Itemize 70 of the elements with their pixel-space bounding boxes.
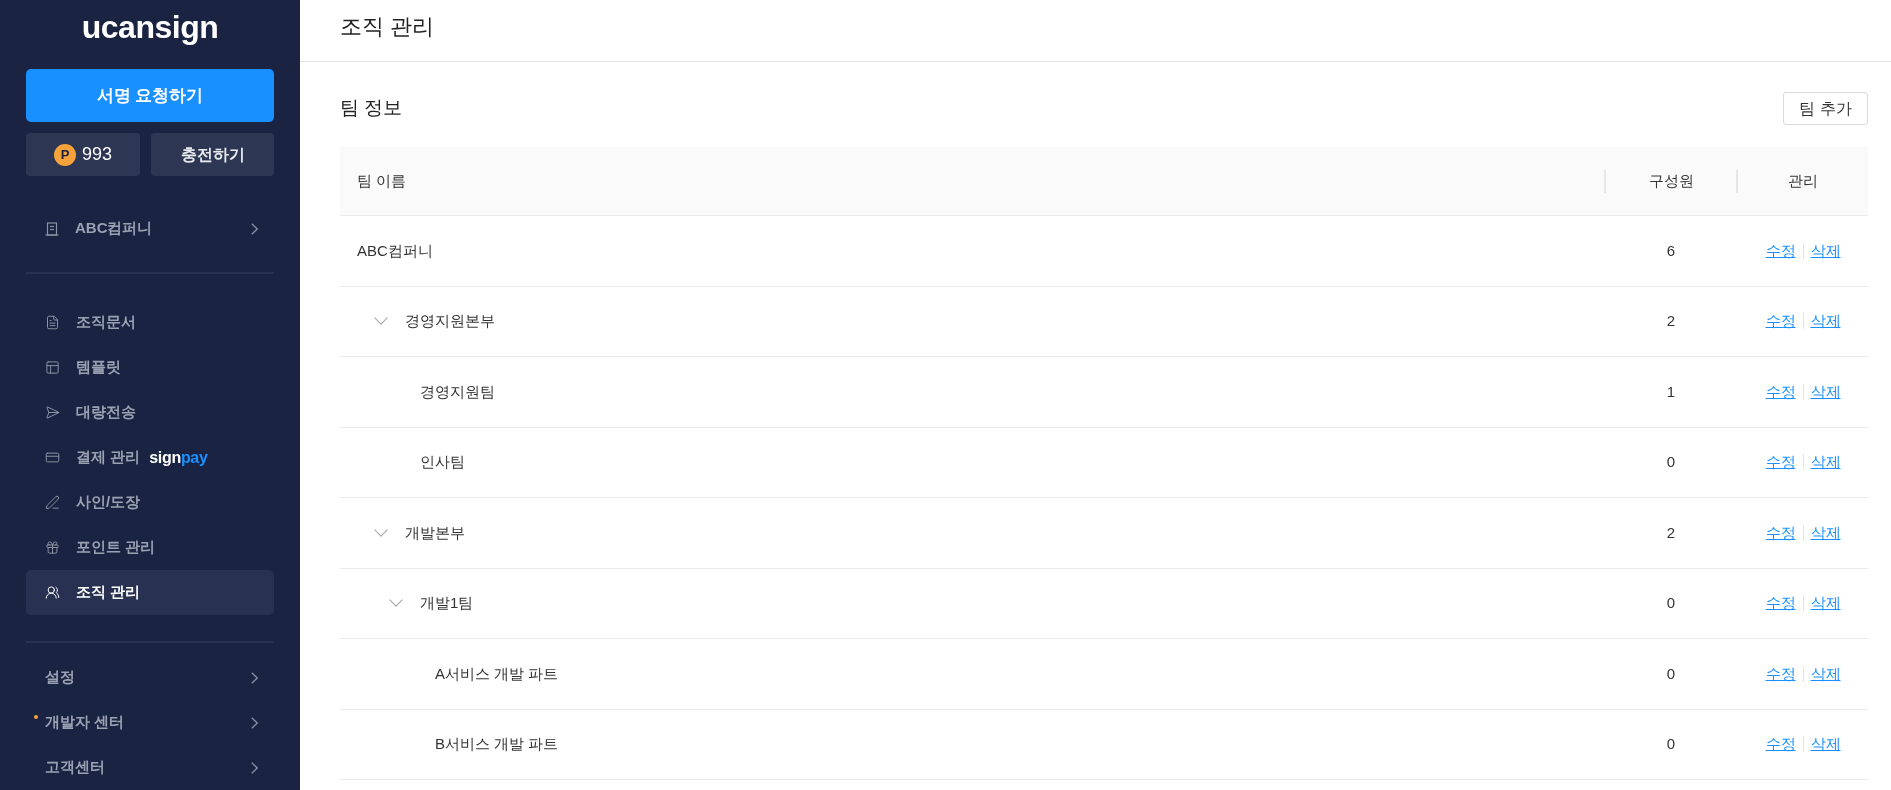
charge-button[interactable]: 충전하기 xyxy=(151,133,274,176)
request-signature-button[interactable]: 서명 요청하기 xyxy=(26,69,274,122)
member-count: 6 xyxy=(1666,240,1676,261)
edit-link[interactable]: 수정 xyxy=(1765,310,1796,333)
document-icon xyxy=(45,315,60,330)
chevron-down-icon[interactable] xyxy=(373,528,388,537)
company-selector[interactable]: ABC컴퍼니 xyxy=(26,206,274,251)
send-icon xyxy=(45,405,60,420)
sidebar-menu-item[interactable]: 포인트 관리 xyxy=(26,525,274,570)
page-title: 조직 관리 xyxy=(340,13,435,41)
edit-link[interactable]: 수정 xyxy=(1765,380,1796,403)
chevron-down-icon[interactable] xyxy=(373,317,388,326)
edit-link[interactable]: 수정 xyxy=(1765,662,1796,685)
team-name: A서비스 개발 파트 xyxy=(435,663,559,684)
member-count: 0 xyxy=(1666,663,1676,684)
column-header: 구성원 xyxy=(1648,170,1694,191)
ucansign-logo: ucansign xyxy=(81,8,219,46)
column-header: 관리 xyxy=(1788,170,1818,191)
sidebar-menu-item[interactable]: 사인/도장 xyxy=(26,480,274,525)
sidebar-menu-item[interactable]: 템플릿 xyxy=(26,345,274,390)
delete-link[interactable]: 삭제 xyxy=(1810,662,1841,685)
signpay-logo: signpay xyxy=(149,447,208,468)
delete-link[interactable]: 삭제 xyxy=(1810,521,1841,544)
chevron-right-icon xyxy=(251,222,258,235)
member-count: 2 xyxy=(1666,522,1676,543)
edit-link[interactable]: 수정 xyxy=(1765,592,1796,615)
sidebar-menu-item[interactable]: 결제 관리 signpay xyxy=(26,435,274,480)
member-count: 0 xyxy=(1666,734,1676,754)
delete-link[interactable]: 삭제 xyxy=(1810,239,1841,262)
point-coin-icon: P xyxy=(53,143,76,166)
member-count: 1 xyxy=(1666,381,1676,402)
card-icon xyxy=(45,450,60,465)
column-header: 팀 이름 xyxy=(357,170,407,191)
layout-icon xyxy=(45,360,60,375)
pen-icon xyxy=(45,495,60,510)
sidebar-menu-item[interactable]: 고객센터 xyxy=(26,745,274,790)
gift-icon xyxy=(45,540,60,555)
delete-link[interactable]: 삭제 xyxy=(1810,310,1841,333)
delete-link[interactable]: 삭제 xyxy=(1810,592,1841,615)
team-name: ABC컴퍼니 xyxy=(357,240,433,261)
people-icon xyxy=(45,585,60,600)
edit-link[interactable]: 수정 xyxy=(1765,521,1796,544)
team-name: 경영지원본부 xyxy=(405,311,495,331)
delete-link[interactable]: 삭제 xyxy=(1810,451,1841,474)
building-icon xyxy=(45,221,59,236)
sidebar-menu-item[interactable]: 대량전송 xyxy=(26,390,274,435)
team-name: 개발본부 xyxy=(405,522,465,543)
chevron-right-icon xyxy=(251,716,258,729)
chevron-down-icon[interactable] xyxy=(388,599,403,608)
sidebar-menu-item[interactable]: 조직문서 xyxy=(26,300,274,345)
chevron-right-icon xyxy=(251,671,258,684)
team-name: B서비스 개발 파트 xyxy=(435,734,559,754)
member-count: 0 xyxy=(1666,593,1676,613)
sidebar-menu-item[interactable]: 조직 관리 xyxy=(26,570,274,615)
team-name: 경영지원팀 xyxy=(420,381,495,402)
sidebar-menu-item[interactable]: 개발자 센터 xyxy=(26,700,274,745)
member-count: 0 xyxy=(1666,452,1676,472)
edit-link[interactable]: 수정 xyxy=(1765,451,1796,474)
edit-link[interactable]: 수정 xyxy=(1765,239,1796,262)
delete-link[interactable]: 삭제 xyxy=(1810,380,1841,403)
chevron-right-icon xyxy=(251,761,258,774)
add-team-button[interactable]: 팀 추가 xyxy=(1783,92,1868,125)
delete-link[interactable]: 삭제 xyxy=(1810,733,1841,756)
member-count: 2 xyxy=(1666,311,1676,331)
points-value: 993 xyxy=(81,143,112,166)
team-name: 인사팀 xyxy=(420,452,465,472)
sidebar-menu-item[interactable]: 설정 xyxy=(26,655,274,700)
edit-link[interactable]: 수정 xyxy=(1765,733,1796,756)
team-name: 개발1팀 xyxy=(420,593,474,613)
section-title: 팀 정보 xyxy=(340,96,403,121)
